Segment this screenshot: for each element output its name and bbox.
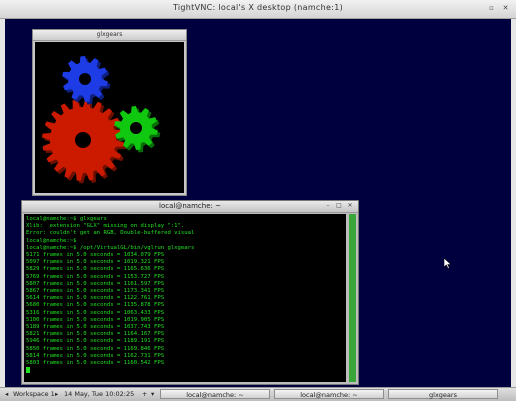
gears-graphic [42, 56, 161, 184]
terminal-line: 5814 frames in 5.0 seconds = 1162.731 FP… [26, 352, 165, 359]
close-icon[interactable]: ✕ [501, 4, 510, 13]
task-button-terminal-2[interactable]: local@namche: ~ [274, 389, 384, 399]
terminal-cursor-line [26, 367, 346, 376]
workspace-label[interactable]: Workspace 1 [13, 389, 55, 399]
terminal-line: Error: couldn't get an RGB, Double-buffe… [26, 230, 195, 237]
terminal-line: 5821 frames in 5.0 seconds = 1164.167 FP… [26, 331, 165, 338]
terminal-line: 5867 frames in 5.0 seconds = 1173.341 FP… [26, 288, 165, 295]
terminal-output[interactable]: local@namche:~$ glxgears Xlib: extension … [24, 214, 346, 382]
terminal-line: 5946 frames in 5.0 seconds = 1189.191 FP… [26, 338, 165, 345]
menu-dropdown-icon[interactable]: ▾ [151, 389, 154, 399]
glxgears-render-area[interactable] [35, 42, 184, 193]
terminal-line: local@namche:~$ [26, 237, 77, 244]
terminal-line: 5171 frames in 5.0 seconds = 1034.079 FP… [26, 252, 165, 259]
terminal-line: 5680 frames in 5.0 seconds = 1135.878 FP… [26, 302, 165, 309]
vnc-window-title: TightVNC: local's X desktop (namche:1) [172, 3, 344, 12]
terminal-lines: local@namche:~$ glxgears Xlib: extension … [26, 216, 346, 367]
terminal-window-title: local@namche: ~ [159, 202, 221, 210]
terminal-line: 5850 frames in 5.0 seconds = 1169.846 FP… [26, 345, 165, 352]
glxgears-window[interactable]: glxgears [32, 29, 187, 196]
taskbar: ◂ Workspace 1 ▸ 14 May, Tue 10:02:25 + ▾… [0, 387, 516, 401]
add-icon[interactable]: + [142, 389, 147, 399]
terminal-line: 5829 frames in 5.0 seconds = 1165.636 FP… [26, 266, 165, 273]
close-icon[interactable]: ✕ [346, 202, 354, 210]
glxgears-titlebar[interactable]: glxgears [33, 30, 186, 41]
minimize-icon[interactable]: – [324, 202, 332, 210]
maximize-icon[interactable]: □ [335, 202, 343, 210]
terminal-line: local@namche:~$ /opt/VirtualGL/bin/vglru… [26, 244, 195, 251]
vnc-titlebar[interactable]: TightVNC: local's X desktop (namche:1) ▫… [0, 0, 516, 19]
terminal-line: 5803 frames in 5.0 seconds = 1160.542 FP… [26, 360, 165, 367]
taskbar-clock: 14 May, Tue 10:02:25 [64, 390, 135, 398]
terminal-line: 5614 frames in 5.0 seconds = 1122.761 FP… [26, 295, 165, 302]
glxgears-window-title: glxgears [96, 31, 123, 38]
red-gear [42, 99, 127, 184]
vnc-viewer-window: TightVNC: local's X desktop (namche:1) ▫… [0, 0, 516, 401]
terminal-line: 5316 frames in 5.0 seconds = 1063.433 FP… [26, 309, 165, 316]
terminal-line: 5807 frames in 5.0 seconds = 1161.597 FP… [26, 280, 165, 287]
terminal-line: 5100 frames in 5.0 seconds = 1019.905 FP… [26, 316, 165, 323]
terminal-line: 5097 frames in 5.0 seconds = 1019.321 FP… [26, 259, 165, 266]
terminal-scrollbar[interactable] [349, 214, 356, 382]
maximize-icon[interactable]: ▫ [487, 4, 496, 13]
mouse-pointer-icon [444, 258, 452, 269]
terminal-window[interactable]: local@namche: ~ – □ ✕ local@namche:~$ gl… [21, 200, 359, 385]
workspace-prev-arrow-icon[interactable]: ◂ [5, 389, 8, 399]
workspace-next-arrow-icon[interactable]: ▸ [55, 389, 58, 399]
task-button-terminal-1[interactable]: local@namche: ~ [160, 389, 270, 399]
blue-gear [62, 56, 111, 105]
remote-desktop[interactable]: glxgears local@namche: ~ – □ ✕ local@nam… [5, 19, 511, 387]
terminal-line: Xlib: extension "GLX" missing on display… [26, 223, 185, 230]
terminal-cursor [26, 367, 30, 374]
terminal-line: local@namche:~$ glxgears [26, 216, 107, 222]
terminal-titlebar[interactable]: local@namche: ~ – □ ✕ [22, 201, 358, 213]
terminal-line: 5769 frames in 5.0 seconds = 1153.727 FP… [26, 273, 165, 280]
task-button-glxgears[interactable]: glxgears [388, 389, 498, 399]
terminal-line: 5189 frames in 5.0 seconds = 1037.743 FP… [26, 324, 165, 331]
